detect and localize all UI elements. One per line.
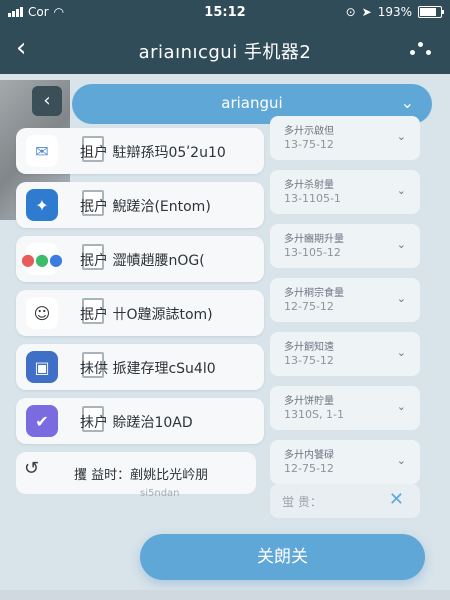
faint-subtext: si5ndan: [140, 488, 180, 499]
battery-icon: [418, 6, 444, 18]
detail-card-date: 1310S, 1-1: [284, 408, 344, 421]
list-item[interactable]: ✉ 抯户 駐辯孫玛05ʹ2u10: [16, 128, 264, 174]
close-button[interactable]: 关朗关: [140, 534, 425, 580]
list-item-label: 抺户 賒蹉治10AD: [80, 415, 193, 431]
time-row[interactable]: ↺ 攫 益时：剷姚比光岒朋: [16, 452, 256, 494]
list-item[interactable]: ▣ 抺供 挀建存理cSu4l0: [16, 344, 264, 390]
envelope-icon: ✉: [26, 135, 58, 167]
chevron-down-icon[interactable]: ⌄: [401, 93, 414, 112]
detail-card[interactable]: 多廾豳期升量 13-105-12 ⌄: [270, 224, 420, 268]
dots-grid-icon: ● ● ●: [21, 243, 63, 275]
detail-card-date: 13-105-12: [284, 246, 341, 259]
detail-card-title: 多廾秱宗食量: [284, 288, 344, 299]
list-item[interactable]: ☺ 抿户 卄O韙源誌tom): [16, 290, 264, 336]
battery-percent: 193%: [377, 5, 412, 19]
list-item[interactable]: ● ● ● 抿户 澀幘趙腰nOG(: [16, 236, 264, 282]
list-item-label: 抿户 鯢蹉洽(Entom): [80, 199, 211, 215]
orientation-lock-icon: ⊙: [345, 5, 356, 19]
clock-icon: ↺: [24, 458, 40, 479]
shield-check-icon: ✔: [26, 405, 58, 437]
list-item[interactable]: ✦ 抿户 鯢蹉洽(Entom): [16, 182, 264, 228]
chevron-down-icon[interactable]: ⌄: [397, 292, 406, 305]
overlay-back-button[interactable]: ‹: [32, 86, 62, 116]
detail-card[interactable]: 多廾杀射量 13-1105-1 ⌄: [270, 170, 420, 214]
page-title: ariaınıcgui 手机器2: [138, 42, 312, 63]
detail-card-title: 多廾饼貯量: [284, 396, 334, 407]
detail-card-date: 12-75-12: [284, 462, 334, 475]
status-bar: Cor ◠ 15:12 ⊙ ➤ 193%: [0, 0, 450, 26]
detail-card[interactable]: 多廾餇知遠 13-75-12 ⌄: [270, 332, 420, 376]
close-icon[interactable]: ✕: [389, 489, 404, 510]
list-item-label: 抿户 澀幘趙腰nOG(: [80, 253, 205, 269]
detail-card-title: 多廾杀射量: [284, 180, 334, 191]
more-menu-button[interactable]: [410, 42, 432, 58]
location-icon: ➤: [361, 5, 372, 19]
detail-card-date: 13-75-12: [284, 354, 334, 367]
time-label: 攫 益时：剷姚比光岒朋: [74, 468, 209, 483]
detail-card-title: 多廾餇知遠: [284, 342, 334, 353]
list-item-label: 抺供 挀建存理cSu4l0: [80, 361, 216, 377]
nav-bar: ‹ ariaınıcgui 手机器2: [0, 26, 450, 74]
chevron-down-icon[interactable]: ⌄: [397, 454, 406, 467]
chevron-down-icon[interactable]: ⌄: [397, 346, 406, 359]
detail-card-title: 多廾豳期升量: [284, 234, 344, 245]
search-value: ariangui: [221, 94, 283, 112]
app-icon: ✦: [26, 189, 58, 221]
filter-label: 蛍 贵：: [282, 495, 322, 509]
detail-card[interactable]: 多廾饼貯量 1310S, 1-1 ⌄: [270, 386, 420, 430]
detail-card-date: 13-75-12: [284, 138, 334, 151]
list-item-label: 抯户 駐辯孫玛05ʹ2u10: [80, 145, 226, 161]
detail-card[interactable]: 多廾秱宗食量 12-75-12 ⌄: [270, 278, 420, 322]
chevron-down-icon[interactable]: ⌄: [397, 238, 406, 251]
filter-field[interactable]: 蛍 贵： ✕: [270, 484, 420, 518]
detail-card-date: 13-1105-1: [284, 192, 341, 205]
detail-card[interactable]: 多廾内饕碌 12-75-12 ⌄: [270, 440, 420, 484]
list-item[interactable]: ✔ 抺户 賒蹉治10AD: [16, 398, 264, 444]
detail-card-title: 多廾内饕碌: [284, 450, 334, 461]
chevron-down-icon[interactable]: ⌄: [397, 130, 406, 143]
avatar-icon: ☺: [26, 297, 58, 329]
chevron-down-icon[interactable]: ⌄: [397, 400, 406, 413]
photo-icon: ▣: [26, 351, 58, 383]
chevron-down-icon[interactable]: ⌄: [397, 184, 406, 197]
bottom-strip: [0, 590, 450, 600]
detail-card-title: 多廾示啟但: [284, 126, 334, 137]
detail-card[interactable]: 多廾示啟但 13-75-12 ⌄: [270, 116, 420, 160]
list-item-label: 抿户 卄O韙源誌tom): [80, 307, 213, 323]
detail-card-date: 12-75-12: [284, 300, 334, 313]
